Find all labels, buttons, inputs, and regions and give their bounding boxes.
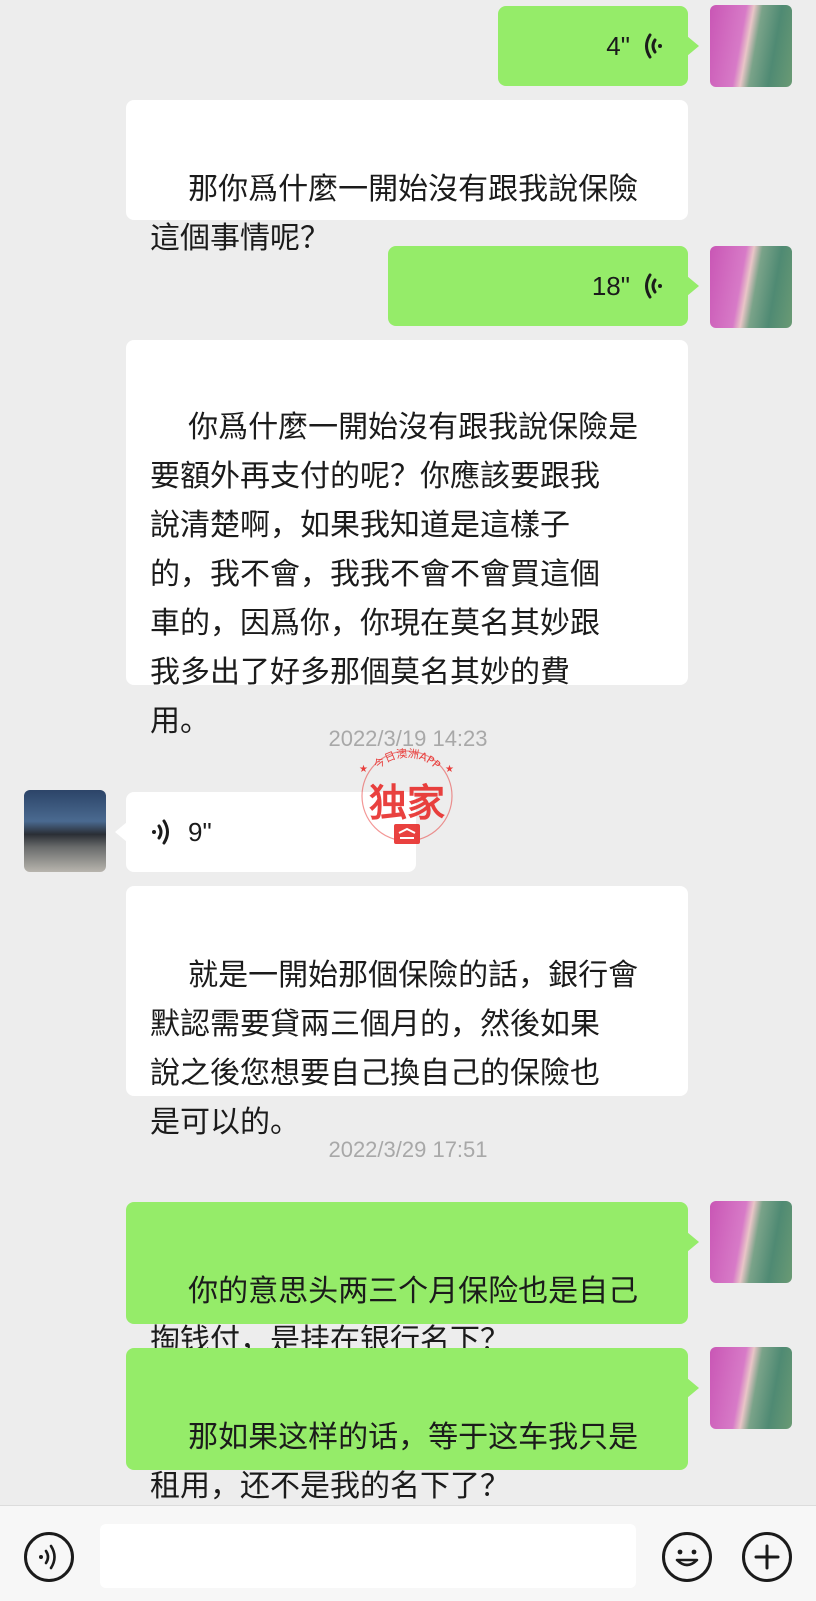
voice-duration: 4": [606, 30, 630, 61]
watermark-stamp: 今日澳洲APP ★ ★ 独家: [359, 747, 454, 844]
svg-text:★: ★: [445, 764, 454, 775]
message-bubble[interactable]: 你爲什麼一開始沒有跟我說保險是 要額外再支付的呢？你應該要跟我 說清楚啊，如果我…: [126, 340, 688, 739]
watermark-main-text: 独家: [369, 781, 445, 825]
voice-wave-icon: [645, 273, 662, 299]
voice-duration: 18": [591, 270, 630, 301]
voice-wave-icon: [152, 819, 169, 845]
input-bar: [0, 1505, 816, 1601]
voice-wave-icon: [645, 33, 662, 59]
voice-message-bubble[interactable]: 4": [498, 6, 699, 86]
message-text: 就是一開始那個保險的話，銀行會 默認需要貸兩三個月的，然後如果 說之後您想要自己…: [150, 958, 639, 1140]
svg-text:★: ★: [359, 764, 368, 775]
my-avatar[interactable]: [710, 1201, 792, 1283]
voice-duration: 9": [188, 816, 212, 847]
contact-avatar[interactable]: [24, 790, 106, 872]
message-text: 那你爲什麼一開始沒有跟我說保險 這個事情呢？: [150, 172, 639, 256]
message-bubble[interactable]: 那如果这样的话，等于这车我只是 租用，还不是我的名下了？: [126, 1348, 699, 1504]
my-avatar[interactable]: [710, 246, 792, 328]
timestamp: 2022/3/29 17:51: [328, 1137, 488, 1162]
message-bubble[interactable]: 那你爲什麼一開始沒有跟我說保險 這個事情呢？: [126, 100, 688, 256]
message-bubble[interactable]: 你的意思头两三个月保险也是自己 掏钱付，是挂在银行名下？: [126, 1202, 699, 1358]
message-input[interactable]: [100, 1524, 636, 1588]
my-avatar[interactable]: [710, 1347, 792, 1429]
voice-input-button[interactable]: [24, 1532, 74, 1582]
message-text: 那如果这样的话，等于这车我只是 租用，还不是我的名下了？: [150, 1420, 639, 1504]
voice-input-icon: [39, 1544, 56, 1570]
message-text: 你爲什麼一開始沒有跟我說保險是 要額外再支付的呢？你應該要跟我 說清楚啊，如果我…: [150, 410, 639, 739]
emoji-icon: [675, 1549, 699, 1567]
voice-message-bubble[interactable]: 18": [388, 246, 699, 326]
message-text: 你的意思头两三个月保险也是自己 掏钱付，是挂在银行名下？: [150, 1274, 639, 1358]
message-bubble[interactable]: 就是一開始那個保險的話，銀行會 默認需要貸兩三個月的，然後如果 說之後您想要自己…: [126, 886, 688, 1140]
plus-icon: [754, 1544, 780, 1570]
my-avatar[interactable]: [710, 5, 792, 87]
emoji-button[interactable]: [662, 1532, 712, 1582]
chat-area[interactable]: 4" 那你爲什麼一開始沒有跟我說保險 這個事情呢？ 18" 你爲什麼一開始沒有跟…: [0, 0, 816, 1505]
more-button[interactable]: [742, 1532, 792, 1582]
